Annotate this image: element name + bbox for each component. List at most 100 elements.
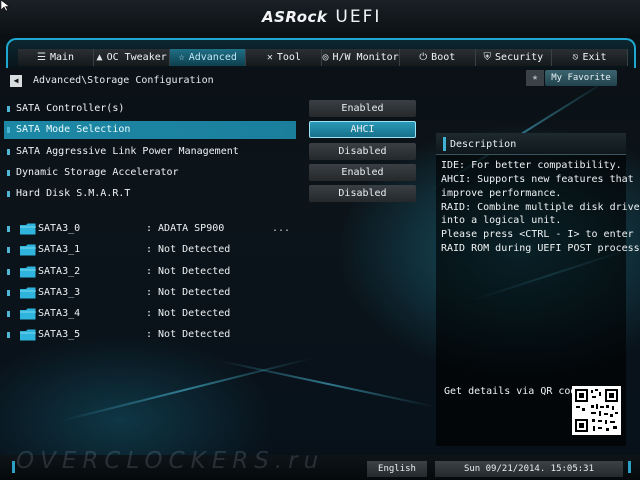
tab-label: OC Tweaker xyxy=(106,52,167,63)
drive-device: : Not Detected xyxy=(146,244,231,255)
tab-label: Tool xyxy=(276,52,301,63)
tab-hw-monitor[interactable]: ◎ H/W Monitor xyxy=(322,49,400,66)
setting-sata-controller[interactable]: SATA Controller(s) xyxy=(4,100,296,118)
exit-icon: ⎋ xyxy=(572,52,579,63)
folder-icon xyxy=(20,223,36,235)
setting-label: SATA Aggressive Link Power Management xyxy=(16,146,239,157)
description-marker xyxy=(443,137,446,151)
language-button[interactable]: English xyxy=(367,461,427,477)
rocket-icon: ▲ xyxy=(96,52,103,63)
tools-icon: ✕ xyxy=(266,52,273,63)
qr-label: Get details via QR code xyxy=(444,386,583,397)
drive-row[interactable]: SATA3_2 : Not Detected xyxy=(4,264,304,280)
drive-device: : Not Detected xyxy=(146,287,231,298)
drive-port: SATA3_1 xyxy=(38,244,81,255)
row-marker xyxy=(7,247,10,253)
back-button[interactable]: ◀ xyxy=(10,75,22,87)
row-marker xyxy=(7,149,10,155)
drive-port: SATA3_4 xyxy=(38,308,81,319)
setting-hard-disk-smart[interactable]: Hard Disk S.M.A.R.T xyxy=(4,185,296,203)
row-marker xyxy=(7,311,10,317)
description-title: Description xyxy=(450,139,517,150)
drive-details-ellipsis[interactable]: ... xyxy=(272,223,290,234)
setting-dynamic-storage-accelerator[interactable]: Dynamic Storage Accelerator xyxy=(4,164,296,182)
footer-marker xyxy=(12,461,15,473)
setting-label: Dynamic Storage Accelerator xyxy=(16,167,179,178)
sata-controller-value-button[interactable]: Enabled xyxy=(309,100,416,117)
asrock-uefi-logo: ASRock UEFI xyxy=(262,7,382,27)
drive-device: : ADATA SP900 xyxy=(146,223,225,234)
description-line: Please press <CTRL - I> to enter xyxy=(441,229,634,240)
setting-label: SATA Controller(s) xyxy=(16,103,125,114)
power-icon: ⏻ xyxy=(419,52,428,63)
description-line: RAID: Combine multiple disk drives xyxy=(441,202,640,213)
mouse-cursor-icon xyxy=(1,0,11,12)
tab-label: Security xyxy=(495,52,544,63)
decor-streak xyxy=(59,357,313,422)
description-line: RAID ROM during UEFI POST process. xyxy=(441,243,640,254)
tab-label: H/W Monitor xyxy=(332,52,399,63)
folder-icon xyxy=(20,244,36,256)
row-marker xyxy=(7,106,10,112)
description-line: IDE: For better compatibility. xyxy=(441,160,622,171)
monitor-icon: ◎ xyxy=(322,52,329,63)
drive-device: : Not Detected xyxy=(146,329,231,340)
drive-row[interactable]: SATA3_4 : Not Detected xyxy=(4,306,304,322)
row-marker xyxy=(7,332,10,338)
tab-advanced[interactable]: ☆ Advanced xyxy=(170,49,247,66)
drive-port: SATA3_3 xyxy=(38,287,81,298)
tab-exit[interactable]: ⎋ Exit xyxy=(551,49,629,66)
setting-label: Hard Disk S.M.A.R.T xyxy=(16,188,131,199)
description-line: improve performance. xyxy=(441,188,562,199)
tab-label: Advanced xyxy=(188,52,237,63)
list-icon: ☰ xyxy=(37,52,46,63)
watermark: OVERCLOCKERS.ru xyxy=(16,448,325,474)
tab-security[interactable]: ⛨ Security xyxy=(475,49,552,66)
drive-row[interactable]: SATA3_5 : Not Detected xyxy=(4,327,304,343)
row-marker xyxy=(7,170,10,176)
setting-label: SATA Mode Selection xyxy=(16,124,131,135)
tab-boot[interactable]: ⏻ Boot xyxy=(399,49,476,66)
footer-marker xyxy=(628,461,631,473)
product-name: UEFI xyxy=(335,7,382,27)
shield-icon: ⛨ xyxy=(483,52,492,63)
my-favorite-button[interactable]: My Favorite xyxy=(545,70,617,86)
sata-mode-value-button[interactable]: AHCI xyxy=(309,121,416,138)
qr-code-icon xyxy=(572,386,621,435)
tab-label: Main xyxy=(49,52,75,63)
brand-name: ASRock xyxy=(262,8,328,26)
tab-label: Boot xyxy=(431,52,456,63)
drive-row[interactable]: SATA3_0 : ADATA SP900 ... xyxy=(4,221,304,237)
drive-row[interactable]: SATA3_3 : Not Detected xyxy=(4,285,304,301)
folder-icon xyxy=(20,266,36,278)
setting-sata-link-power[interactable]: SATA Aggressive Link Power Management xyxy=(4,143,296,161)
drive-device: : Not Detected xyxy=(146,266,231,277)
favorite-star-icon[interactable]: ★ xyxy=(526,70,544,86)
setting-sata-mode-selection[interactable]: SATA Mode Selection xyxy=(4,121,296,139)
drive-device: : Not Detected xyxy=(146,308,231,319)
tab-tool[interactable]: ✕ Tool xyxy=(246,49,323,66)
star-icon: ☆ xyxy=(178,52,185,63)
folder-icon xyxy=(20,287,36,299)
row-marker xyxy=(7,226,10,232)
drive-port: SATA3_5 xyxy=(38,329,81,340)
row-marker xyxy=(7,269,10,275)
tab-label: Exit xyxy=(582,52,607,63)
dynamic-storage-value-button[interactable]: Enabled xyxy=(309,164,416,181)
folder-icon xyxy=(20,329,36,341)
decor-streak xyxy=(219,360,436,408)
main-tabs: ☰ Main ▲ OC Tweaker ☆ Advanced ✕ Tool ◎ H/W M… xyxy=(18,49,629,66)
row-marker xyxy=(7,290,10,296)
row-marker xyxy=(7,191,10,197)
datetime-display: Sun 09/21/2014. 15:05:31 xyxy=(435,461,623,477)
breadcrumb: Advanced\Storage Configuration xyxy=(33,75,214,86)
sata-link-power-value-button[interactable]: Disabled xyxy=(309,143,416,160)
tab-oc-tweaker[interactable]: ▲ OC Tweaker xyxy=(94,49,171,66)
description-line: into a logical unit. xyxy=(441,215,562,226)
description-line: AHCI: Supports new features that xyxy=(441,174,634,185)
row-marker xyxy=(7,127,10,133)
drive-port: SATA3_0 xyxy=(38,223,81,234)
drive-row[interactable]: SATA3_1 : Not Detected xyxy=(4,242,304,258)
tab-main[interactable]: ☰ Main xyxy=(18,49,95,66)
hard-disk-smart-value-button[interactable]: Disabled xyxy=(309,185,416,202)
